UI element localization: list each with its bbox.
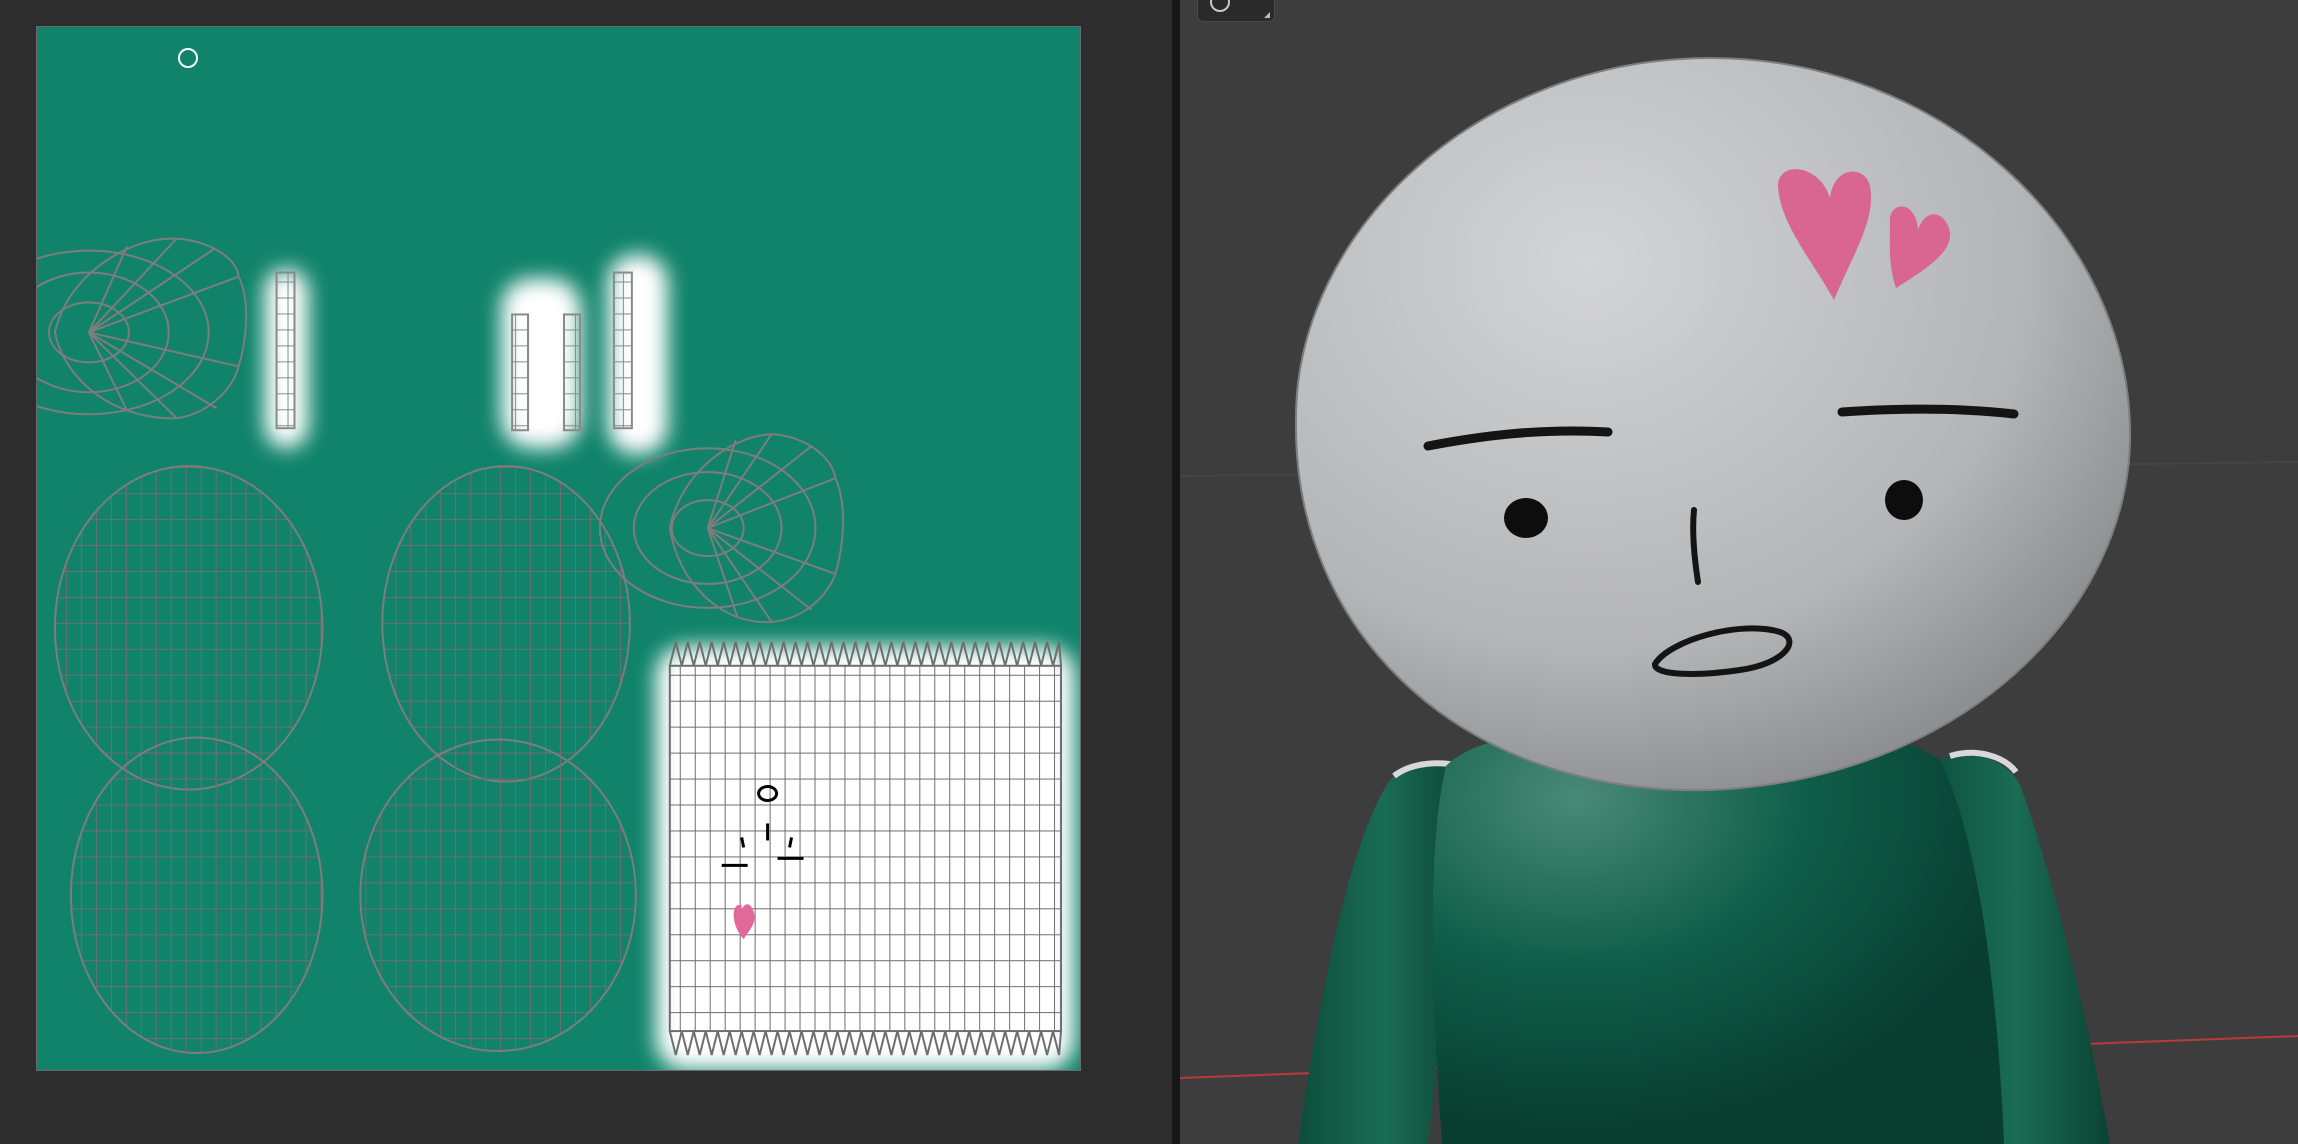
dropdown-corner-icon — [1264, 12, 1270, 18]
uv-island-body-2 — [69, 736, 324, 1055]
uv-image-editor[interactable] — [0, 0, 1172, 1144]
uv-texture-canvas[interactable] — [36, 26, 1081, 1071]
left-eye — [1504, 498, 1548, 538]
uv-strip-islands — [275, 271, 633, 432]
area-divider[interactable] — [1172, 0, 1180, 1144]
uv-island-ear-right — [598, 433, 844, 623]
uv-island-body-4 — [359, 738, 637, 1053]
uv-island-body-3 — [381, 465, 631, 783]
brush-circle-cursor — [178, 48, 198, 68]
navigation-gizmo-toggle[interactable] — [1197, 0, 1275, 22]
head — [1294, 56, 2132, 792]
rotate-icon — [1210, 0, 1230, 12]
3d-viewport[interactable] — [1180, 0, 2298, 1144]
viewport-scene — [1180, 56, 2298, 1144]
uv-layout — [37, 237, 1076, 1070]
uv-island-ear-left — [37, 237, 248, 420]
right-eye — [1885, 480, 1923, 520]
uv-island-head-grid — [668, 641, 1063, 1056]
right-eyebrow — [1837, 404, 2019, 419]
